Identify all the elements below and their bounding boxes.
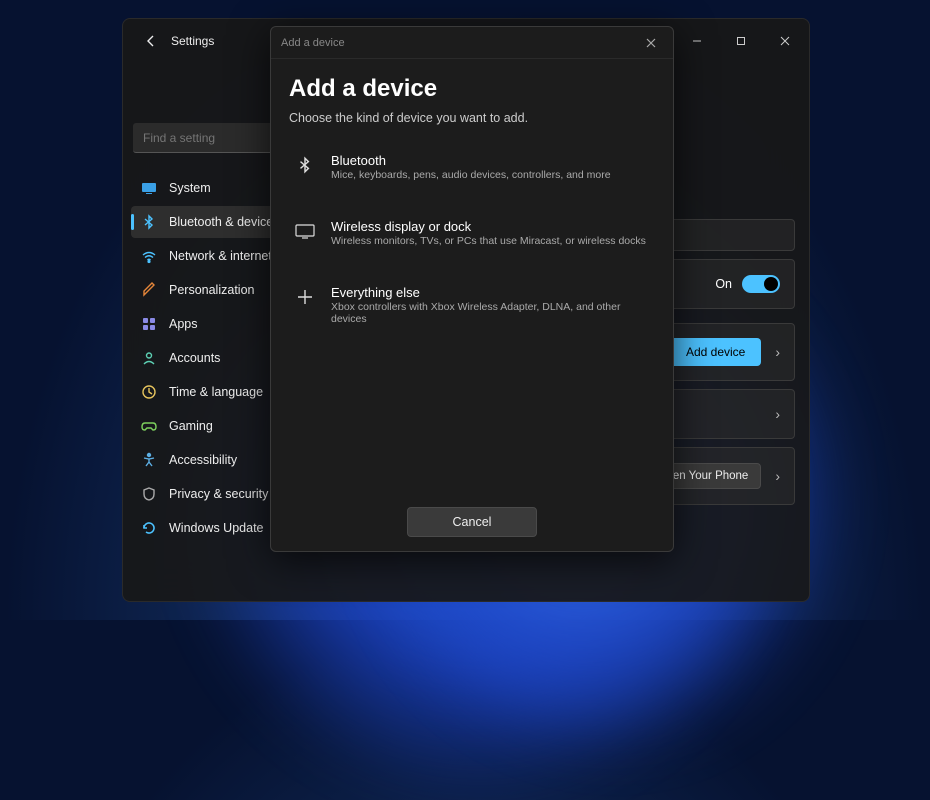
- maximize-icon: [736, 36, 746, 46]
- dialog-subheading: Choose the kind of device you want to ad…: [289, 111, 655, 125]
- sidebar-item-label: Privacy & security: [169, 487, 268, 501]
- clock-icon: [141, 384, 157, 400]
- sidebar-item-label: Windows Update: [169, 521, 264, 535]
- device-option-everything-else[interactable]: Everything else Xbox controllers with Xb…: [289, 275, 655, 335]
- bluetooth-icon: [141, 214, 157, 230]
- dialog-footer: Cancel: [271, 493, 673, 551]
- wifi-icon: [141, 248, 157, 264]
- bluetooth-toggle[interactable]: [742, 275, 780, 293]
- chevron-right-icon: ›: [775, 468, 780, 484]
- sidebar-item-label: Personalization: [169, 283, 254, 297]
- paintbrush-icon: [141, 282, 157, 298]
- device-option-desc: Wireless monitors, TVs, or PCs that use …: [331, 235, 646, 247]
- accessibility-icon: [141, 452, 157, 468]
- sidebar-item-label: Bluetooth & devices: [169, 215, 280, 229]
- chevron-right-icon: ›: [775, 344, 780, 360]
- sidebar-item-label: Accounts: [169, 351, 220, 365]
- cancel-button[interactable]: Cancel: [407, 507, 537, 537]
- plus-icon: [293, 285, 317, 309]
- apps-icon: [141, 316, 157, 332]
- device-option-wireless-display[interactable]: Wireless display or dock Wireless monito…: [289, 209, 655, 257]
- add-device-button[interactable]: Add device: [670, 338, 761, 366]
- sidebar-item-label: Network & internet: [169, 249, 272, 263]
- sidebar-item-label: Time & language: [169, 385, 263, 399]
- device-option-title: Bluetooth: [331, 153, 611, 168]
- update-icon: [141, 520, 157, 536]
- dialog-window-title: Add a device: [281, 37, 345, 49]
- shield-icon: [141, 486, 157, 502]
- chevron-right-icon: ›: [775, 406, 780, 422]
- maximize-button[interactable]: [719, 25, 763, 57]
- device-option-title: Everything else: [331, 285, 651, 300]
- minimize-icon: [692, 36, 702, 46]
- sidebar-item-label: Apps: [169, 317, 198, 331]
- device-option-desc: Xbox controllers with Xbox Wireless Adap…: [331, 301, 651, 325]
- sidebar-item-label: Accessibility: [169, 453, 237, 467]
- back-arrow-icon: [143, 33, 159, 49]
- device-option-bluetooth[interactable]: Bluetooth Mice, keyboards, pens, audio d…: [289, 143, 655, 191]
- back-button[interactable]: [137, 27, 165, 55]
- minimize-button[interactable]: [675, 25, 719, 57]
- system-icon: [141, 180, 157, 196]
- close-button[interactable]: [763, 25, 807, 57]
- dialog-titlebar: Add a device: [271, 27, 673, 59]
- monitor-icon: [293, 219, 317, 243]
- dialog-close-button[interactable]: [639, 31, 663, 55]
- device-option-desc: Mice, keyboards, pens, audio devices, co…: [331, 169, 611, 181]
- window-controls: [675, 25, 807, 57]
- gaming-icon: [141, 418, 157, 434]
- close-icon: [646, 38, 656, 48]
- dialog-heading: Add a device: [289, 75, 655, 103]
- bluetooth-toggle-label: On: [715, 277, 732, 291]
- add-device-dialog: Add a device Add a device Choose the kin…: [270, 26, 674, 552]
- app-title: Settings: [171, 34, 214, 48]
- dialog-body: Add a device Choose the kind of device y…: [271, 59, 673, 493]
- close-icon: [780, 36, 790, 46]
- sidebar-item-label: System: [169, 181, 211, 195]
- bluetooth-icon: [293, 153, 317, 177]
- sidebar-item-label: Gaming: [169, 419, 213, 433]
- device-option-title: Wireless display or dock: [331, 219, 646, 234]
- accounts-icon: [141, 350, 157, 366]
